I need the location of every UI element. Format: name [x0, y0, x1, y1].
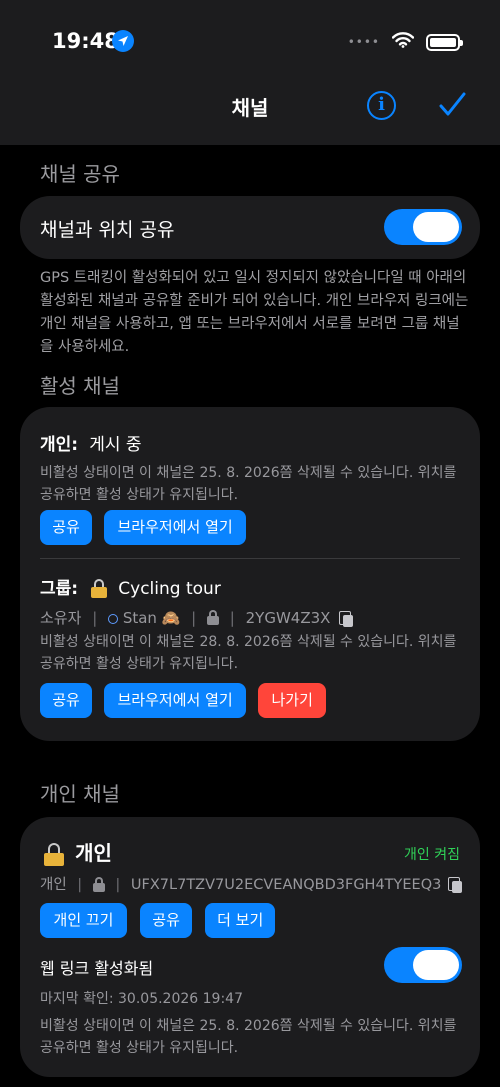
group-open-browser-button[interactable]: 브라우저에서 열기 [104, 683, 247, 718]
personal-status: 게시 중 [89, 435, 142, 455]
private-code: UFX7L7TZV7U2ECVEANQBD3FGH4TYEEQ3 [130, 877, 442, 893]
private-channel-title: 개인 [75, 841, 112, 865]
divider [40, 558, 460, 559]
group-expiry-note: 비활성 상태이면 이 채널은 28. 8. 2026쯤 삭제될 수 있습니다. … [40, 634, 457, 672]
private-meta: 개인 | | UFX7L7TZV7U2ECVEANQBD3FGH4TYEEQ3 [40, 873, 462, 894]
owner-name: Stan [122, 609, 157, 627]
personal-channel-heading: 개인: 게시 중 [40, 430, 142, 455]
personal-expiry-note: 비활성 상태이면 이 채널은 25. 8. 2026쯤 삭제될 수 있습니다. … [40, 465, 457, 503]
group-name: Cycling tour [118, 579, 221, 599]
personal-actions: 공유 브라우저에서 열기 [40, 510, 247, 545]
lock-icon [207, 610, 220, 625]
lock-icon [44, 842, 64, 866]
lock-icon [92, 876, 105, 892]
group-label: 그룹: [40, 579, 79, 599]
weblink-label: 웹 링크 활성화됨 [40, 959, 154, 978]
share-location-toggle[interactable] [384, 209, 462, 245]
private-actions: 개인 끄기 공유 더 보기 [40, 903, 276, 938]
group-actions: 공유 브라우저에서 열기 나가기 [40, 683, 327, 718]
private-channel-card: 개인 개인 켜짐 개인 | | UFX7L7TZV7U2ECVEANQBD3FG… [20, 817, 480, 1077]
private-kind: 개인 [40, 877, 67, 893]
presence-dot-icon [108, 613, 119, 624]
last-seen: 마지막 확인: 30.05.2026 19:47 [40, 991, 243, 1007]
owner-label: 소유자 [40, 609, 82, 627]
group-leave-button[interactable]: 나가기 [258, 683, 327, 718]
battery-icon [426, 33, 463, 51]
private-more-button[interactable]: 더 보기 [205, 903, 276, 938]
sharing-description: GPS 트래킹이 활성화되어 있고 일시 정지되지 않았습니다일 때 아래의 활… [40, 270, 469, 355]
section-header-active: 활성 채널 [40, 374, 120, 398]
info-icon[interactable]: i [367, 91, 396, 120]
copy-icon[interactable] [447, 877, 462, 893]
section-header-sharing: 채널 공유 [40, 162, 120, 186]
group-channel-heading: 그룹: Cycling tour [40, 574, 221, 599]
private-channel-title-row: 개인 [44, 837, 112, 867]
private-share-button[interactable]: 공유 [140, 903, 193, 938]
share-location-row: 채널과 위치 공유 [20, 196, 480, 259]
page-title: 채널 [231, 96, 269, 120]
personal-open-browser-button[interactable]: 브라우저에서 열기 [104, 510, 247, 545]
status-indicators: •••• [347, 32, 463, 52]
group-share-button[interactable]: 공유 [40, 683, 92, 718]
status-time: 19:48 [52, 29, 119, 53]
share-location-label: 채널과 위치 공유 [40, 219, 175, 241]
location-arrow-icon [112, 30, 134, 52]
section-header-private: 개인 채널 [40, 782, 120, 806]
weblink-toggle[interactable] [384, 947, 462, 983]
wifi-icon [391, 32, 415, 52]
private-state-badge: 개인 켜짐 [404, 847, 460, 863]
active-channels-card: 개인: 게시 중 비활성 상태이면 이 채널은 25. 8. 2026쯤 삭제될… [20, 407, 480, 741]
navigation-bar: 19:48 •••• 채널 i [0, 0, 500, 145]
personal-label: 개인: [40, 435, 79, 455]
private-expiry-note: 비활성 상태이면 이 채널은 25. 8. 2026쯤 삭제될 수 있습니다. … [40, 1018, 457, 1056]
private-off-button[interactable]: 개인 끄기 [40, 903, 127, 938]
group-meta: 소유자 | Stan 🙈 | | 2YGW4Z3X [40, 607, 354, 628]
signal-icon: •••• [347, 35, 380, 49]
copy-icon[interactable] [339, 610, 354, 627]
personal-share-button[interactable]: 공유 [40, 510, 92, 545]
group-code: 2YGW4Z3X [245, 609, 331, 627]
lock-icon [91, 578, 108, 598]
checkmark-icon[interactable] [437, 90, 467, 120]
owner-emoji: 🙈 [161, 609, 181, 627]
